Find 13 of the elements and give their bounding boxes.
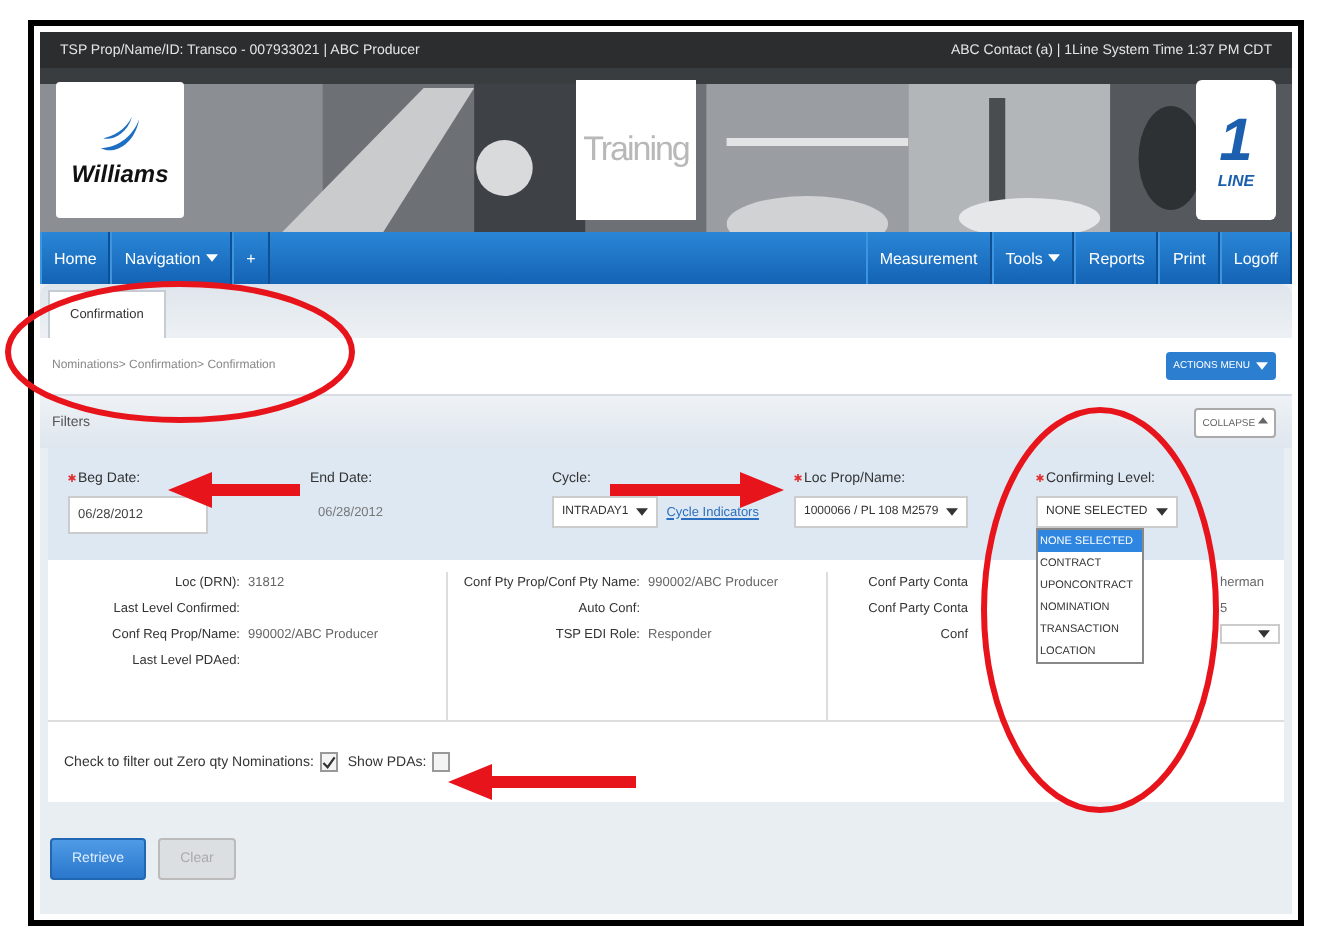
- triangle-icon: [1258, 415, 1268, 425]
- checkbox[interactable]: [319, 752, 338, 772]
- checkbox[interactable]: [432, 752, 451, 772]
- dropdown[interactable]: [1220, 624, 1280, 644]
- annotation-arrow: [168, 472, 300, 508]
- williams-logo: Williams: [56, 82, 184, 218]
- nav-menu-item[interactable]: Navigation: [110, 232, 233, 284]
- oneline-logo: 1 LINE: [1196, 80, 1276, 220]
- caret-icon: [1155, 508, 1168, 516]
- caret-icon: [1256, 362, 1268, 370]
- banner-title: Training: [576, 80, 696, 220]
- caret-icon: [946, 508, 959, 516]
- caret-icon: [1258, 630, 1270, 638]
